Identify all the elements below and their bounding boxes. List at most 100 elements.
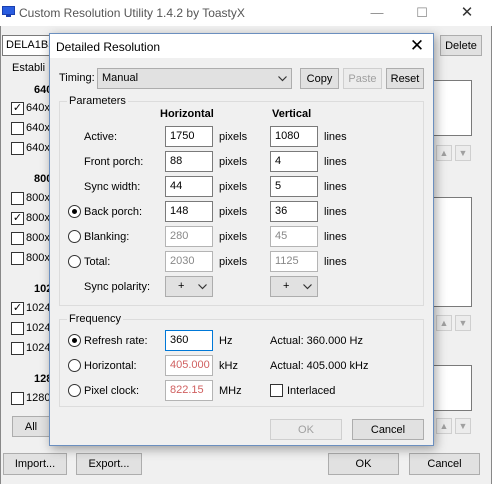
- detailed-resolutions-list[interactable]: [432, 80, 472, 136]
- back-porch-radio[interactable]: [68, 205, 81, 218]
- total-radio[interactable]: [68, 255, 81, 268]
- front-porch-v-input[interactable]: 4: [270, 151, 318, 172]
- resolution-label: 1280: [26, 392, 51, 404]
- total-h-input[interactable]: 2030: [165, 251, 213, 272]
- horizontal-freq-radio[interactable]: [68, 359, 81, 372]
- move-down-button[interactable]: ▼: [455, 145, 471, 161]
- active-h-input[interactable]: 1750: [165, 126, 213, 147]
- front-porch-h-input[interactable]: 88: [165, 151, 213, 172]
- unit-label: pixels: [219, 256, 248, 268]
- resolution-label: 1024: [26, 322, 51, 334]
- unit-label: lines: [324, 206, 347, 218]
- all-button[interactable]: All: [12, 416, 50, 437]
- close-icon[interactable]: ✕: [407, 36, 427, 56]
- monitor-icon: [2, 6, 15, 17]
- resolution-label: 1024: [26, 342, 51, 354]
- pixel-clock-input[interactable]: 822.15: [165, 380, 213, 401]
- dialog-cancel-button[interactable]: Cancel: [352, 419, 424, 440]
- horizontal-freq-label: Horizontal:: [84, 360, 137, 372]
- unit-label: kHz: [219, 360, 238, 372]
- checkbox-1024-1[interactable]: ✓: [11, 302, 24, 315]
- refresh-rate-input[interactable]: 360: [165, 330, 213, 351]
- checkbox-800-3[interactable]: [11, 232, 24, 245]
- checkbox-1280-1[interactable]: [11, 392, 24, 405]
- resolution-label: 1024: [26, 302, 51, 314]
- close-icon[interactable]: ✕: [458, 4, 476, 22]
- standard-resolutions-list[interactable]: [432, 197, 472, 307]
- cancel-button[interactable]: Cancel: [409, 453, 480, 475]
- blanking-radio[interactable]: [68, 230, 81, 243]
- extension-blocks-list[interactable]: [432, 365, 472, 411]
- resolution-label: 800x: [26, 252, 50, 264]
- vertical-header: Vertical: [272, 108, 312, 120]
- resolution-label: 800x: [26, 212, 50, 224]
- copy-button[interactable]: Copy: [300, 68, 339, 89]
- back-porch-h-input[interactable]: 148: [165, 201, 213, 222]
- checkbox-640-3[interactable]: [11, 142, 24, 155]
- unit-label: pixels: [219, 206, 248, 218]
- blanking-label: Blanking:: [84, 231, 130, 243]
- blanking-h-input[interactable]: 280: [165, 226, 213, 247]
- active-label: Active:: [84, 131, 118, 143]
- active-v-input[interactable]: 1080: [270, 126, 318, 147]
- minimize-icon[interactable]: —: [368, 4, 386, 22]
- delete-button[interactable]: Delete: [440, 35, 482, 56]
- sync-polarity-h-value: +: [178, 280, 185, 292]
- resolution-label: 640x: [26, 142, 50, 154]
- resolution-label: 640x: [26, 102, 50, 114]
- dialog-title: Detailed Resolution: [56, 40, 161, 54]
- unit-label: lines: [324, 156, 347, 168]
- back-porch-label: Back porch:: [84, 206, 143, 218]
- sync-polarity-label: Sync polarity:: [84, 281, 151, 293]
- frequency-title: Frequency: [67, 313, 123, 325]
- move-up-button[interactable]: ▲: [436, 145, 452, 161]
- interlaced-checkbox[interactable]: [270, 384, 283, 397]
- refresh-rate-label: Refresh rate:: [84, 335, 148, 347]
- sync-width-v-input[interactable]: 5: [270, 176, 318, 197]
- horizontal-header: Horizontal: [160, 108, 214, 120]
- move-up-button[interactable]: ▲: [436, 418, 452, 434]
- refresh-rate-radio[interactable]: [68, 334, 81, 347]
- paste-button[interactable]: Paste: [343, 68, 382, 89]
- move-up-button[interactable]: ▲: [436, 315, 452, 331]
- maximize-icon[interactable]: ☐: [413, 4, 431, 22]
- export-button[interactable]: Export...: [76, 453, 142, 475]
- pixel-clock-radio[interactable]: [68, 384, 81, 397]
- blanking-v-input[interactable]: 45: [270, 226, 318, 247]
- checkbox-1024-3[interactable]: [11, 342, 24, 355]
- unit-label: lines: [324, 256, 347, 268]
- ok-button[interactable]: OK: [328, 453, 399, 475]
- move-down-button[interactable]: ▼: [455, 418, 471, 434]
- import-button[interactable]: Import...: [3, 453, 67, 475]
- checkbox-640-1[interactable]: ✓: [11, 102, 24, 115]
- sync-polarity-v-select[interactable]: +: [270, 276, 318, 297]
- checkbox-800-2[interactable]: ✓: [11, 212, 24, 225]
- interlaced-label: Interlaced: [287, 385, 336, 397]
- checkbox-1024-2[interactable]: [11, 322, 24, 335]
- monitor-select[interactable]: DELA1B5: [2, 35, 54, 56]
- refresh-actual-label: Actual: 360.000 Hz: [270, 335, 363, 347]
- unit-label: lines: [324, 181, 347, 193]
- total-v-input[interactable]: 1125: [270, 251, 318, 272]
- pixel-clock-label: Pixel clock:: [84, 385, 140, 397]
- back-porch-v-input[interactable]: 36: [270, 201, 318, 222]
- chevron-down-icon: [303, 284, 312, 290]
- timing-value: Manual: [102, 72, 139, 84]
- unit-label: pixels: [219, 156, 248, 168]
- move-down-button[interactable]: ▼: [455, 315, 471, 331]
- checkbox-800-4[interactable]: [11, 252, 24, 265]
- chevron-down-icon: [278, 76, 287, 82]
- unit-label: lines: [324, 231, 347, 243]
- front-porch-label: Front porch:: [84, 156, 144, 168]
- sync-polarity-h-select[interactable]: +: [165, 276, 213, 297]
- horizontal-freq-input[interactable]: 405.000: [165, 355, 213, 376]
- reset-button[interactable]: Reset: [386, 68, 424, 89]
- checkbox-800-1[interactable]: [11, 192, 24, 205]
- dialog-ok-button[interactable]: OK: [270, 419, 342, 440]
- unit-label: pixels: [219, 131, 248, 143]
- unit-label: Hz: [219, 335, 233, 347]
- horizontal-actual-label: Actual: 405.000 kHz: [270, 360, 369, 372]
- checkbox-640-2[interactable]: [11, 122, 24, 135]
- timing-select[interactable]: Manual: [97, 68, 292, 89]
- sync-width-h-input[interactable]: 44: [165, 176, 213, 197]
